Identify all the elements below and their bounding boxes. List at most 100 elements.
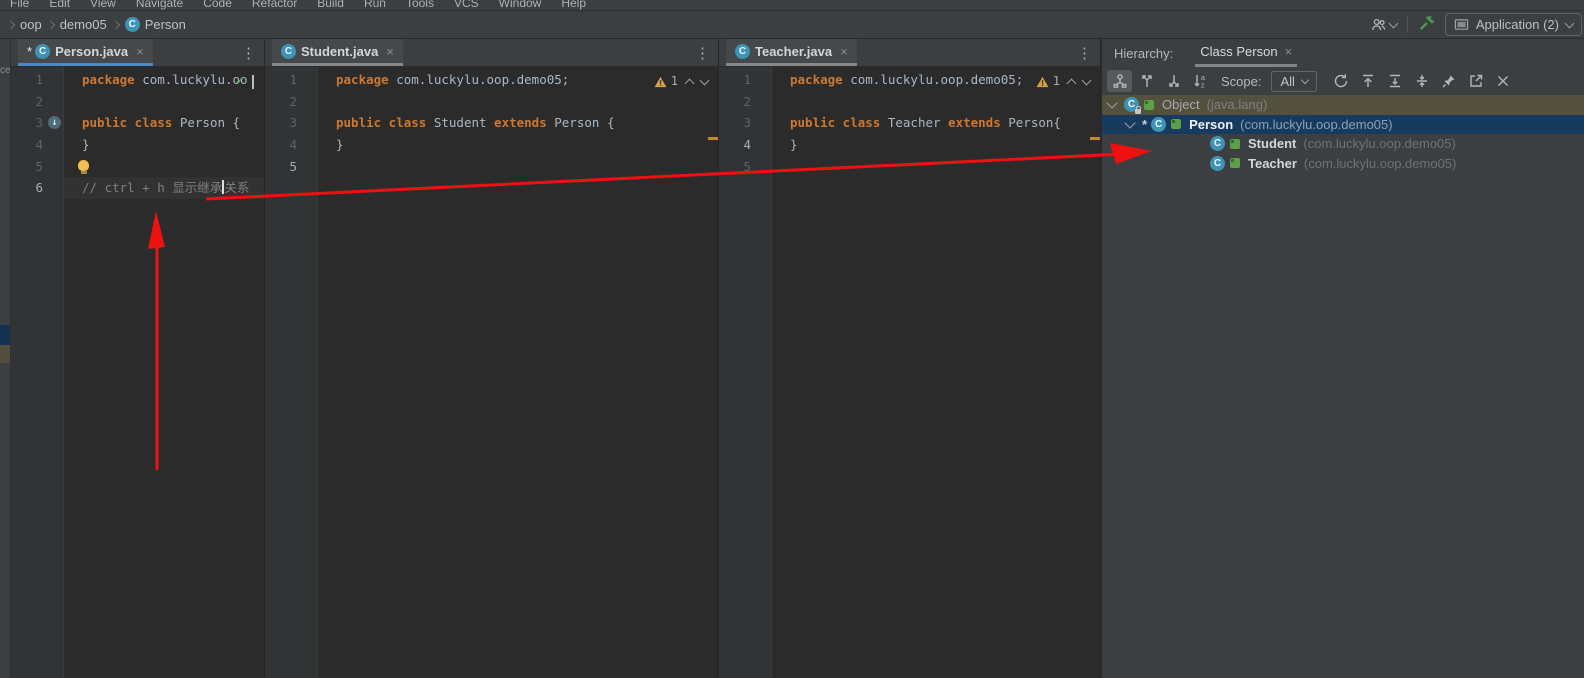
code-token: extends xyxy=(494,115,547,131)
menu-item-code[interactable]: Code xyxy=(193,0,242,10)
intention-bulb-icon[interactable] xyxy=(78,159,89,174)
scope-selected-value: All xyxy=(1280,73,1295,89)
tab-options-kebab-icon[interactable]: ⋮ xyxy=(241,44,256,62)
menu-item-navigate[interactable]: Navigate xyxy=(126,0,193,10)
breadcrumb-item-demo05[interactable]: demo05 xyxy=(60,17,107,32)
base-class-marker: * xyxy=(1142,116,1148,132)
tab-options-kebab-icon[interactable]: ⋮ xyxy=(695,44,710,62)
class-hierarchy-icon[interactable] xyxy=(1107,70,1132,92)
tab-options-kebab-icon[interactable]: ⋮ xyxy=(1077,44,1092,62)
code-token: Teacher xyxy=(880,115,949,131)
pin-icon[interactable] xyxy=(1437,70,1462,92)
users-icon[interactable] xyxy=(1370,17,1399,33)
menu-item-vcs[interactable]: VCS xyxy=(444,0,489,10)
previous-problem-icon[interactable] xyxy=(1066,78,1077,89)
menu-item-help[interactable]: Help xyxy=(551,0,596,10)
hierarchy-row-teacher[interactable]: C Teacher (com.luckylu.oop.demo05) xyxy=(1102,154,1584,174)
hierarchy-row-person[interactable]: * C Person (com.luckylu.oop.demo05) xyxy=(1102,114,1584,134)
tab-teacher-java[interactable]: C Teacher.java × xyxy=(726,39,857,66)
expand-all-icon[interactable] xyxy=(1383,70,1408,92)
package-name: (com.luckylu.oop.demo05) xyxy=(1240,116,1393,132)
editor-body: 1 2 3 4 5 package com.luckylu.oop.demo05; 1 pub… xyxy=(265,67,718,678)
hierarchy-row-student[interactable]: C Student (com.luckylu.oop.demo05) xyxy=(1102,134,1584,154)
editor-code-area[interactable]: package com.luckylu.oo ✓ public class Pers… xyxy=(64,67,264,678)
subtypes-hierarchy-icon[interactable] xyxy=(1161,70,1186,92)
svg-text:a: a xyxy=(1201,75,1205,82)
package-name: (java.lang) xyxy=(1206,97,1268,113)
editor-pane-person-java: * C Person.java × ⋮ 1 2 3 ↓ 4 5 6 package com.luckyl… xyxy=(11,39,265,678)
hierarchy-row-object[interactable]: C Object (java.lang) xyxy=(1102,95,1584,115)
code-token: public class xyxy=(82,115,173,131)
expanded-chevron-icon[interactable] xyxy=(1124,117,1136,129)
gutter-line-number: 6 xyxy=(35,180,43,196)
menu-item-window[interactable]: Window xyxy=(489,0,552,10)
next-problem-icon[interactable] xyxy=(1081,75,1092,86)
tab-close-icon[interactable]: × xyxy=(840,45,848,58)
class-icon: C xyxy=(1124,97,1141,115)
run-config-chevron-icon xyxy=(1564,18,1575,28)
sort-alphabetically-icon[interactable]: az xyxy=(1188,70,1213,92)
gutter-line-number: 4 xyxy=(289,137,297,153)
subclassed-icon[interactable]: ↓ xyxy=(48,116,61,130)
class-icon: C xyxy=(35,43,51,59)
breadcrumb-chevron-icon xyxy=(6,20,16,29)
stripe-marker-olive xyxy=(0,345,10,363)
code-token: extends xyxy=(948,115,1001,131)
warning-icon xyxy=(1036,76,1049,87)
hierarchy-tab-class-person[interactable]: Class Person × xyxy=(1195,39,1298,67)
menu-item-run[interactable]: Run xyxy=(354,0,396,10)
left-tool-window-stripe[interactable]: ce xyxy=(0,39,11,678)
class-name: Person xyxy=(1189,116,1234,132)
scope-select[interactable]: All xyxy=(1271,70,1317,92)
class-name: Object xyxy=(1162,97,1200,113)
tab-close-icon[interactable]: × xyxy=(136,45,144,58)
refresh-icon[interactable] xyxy=(1329,70,1354,92)
scope-label: Scope: xyxy=(1221,73,1262,89)
base-on-this-class-icon[interactable] xyxy=(1356,70,1381,92)
menu-item-refactor[interactable]: Refactor xyxy=(242,0,307,10)
editor-code-area[interactable]: package com.luckylu.oop.demo05; 1 public c… xyxy=(318,67,718,678)
application-icon xyxy=(1454,18,1469,30)
menu-item-edit[interactable]: Edit xyxy=(39,0,80,10)
menu-item-file[interactable]: File xyxy=(0,0,39,10)
scrollbar-thumb[interactable] xyxy=(252,74,254,89)
menu-item-build[interactable]: Build xyxy=(307,0,354,10)
gutter-line-number: 5 xyxy=(743,158,751,174)
menu-item-view[interactable]: View xyxy=(80,0,126,10)
editor-code-area[interactable]: package com.luckylu.oop.demo05; 1 public c… xyxy=(772,67,1100,678)
code-token: } xyxy=(82,137,90,153)
tab-student-java[interactable]: C Student.java × xyxy=(272,39,403,66)
tab-label: Teacher.java xyxy=(755,43,833,59)
gutter-line-number: 2 xyxy=(289,93,297,109)
inspection-widget: 1 xyxy=(1036,71,1092,93)
tab-person-java[interactable]: * C Person.java × xyxy=(18,39,153,66)
close-icon[interactable] xyxy=(1491,70,1516,92)
menu-item-tools[interactable]: Tools xyxy=(396,0,444,10)
supertypes-hierarchy-icon[interactable] xyxy=(1134,70,1159,92)
code-token: } xyxy=(336,137,344,153)
run-configuration-select[interactable]: Application (2) xyxy=(1444,13,1582,36)
code-token: com.luckylu.oo xyxy=(134,72,248,87)
code-line: package com.luckylu.oop.demo05; 1 xyxy=(772,69,1100,91)
code-token: package xyxy=(336,72,389,87)
editor-tab-bar: C Student.java × ⋮ xyxy=(265,39,718,67)
code-token: public class xyxy=(790,115,881,131)
previous-problem-icon[interactable] xyxy=(684,78,695,89)
breadcrumb-item-person[interactable]: C Person xyxy=(124,17,186,32)
open-in-editor-icon[interactable] xyxy=(1464,70,1489,92)
hierarchy-header: Hierarchy: Class Person × xyxy=(1102,39,1584,67)
next-problem-icon[interactable] xyxy=(699,75,710,86)
breadcrumb-item-oop[interactable]: oop xyxy=(20,17,42,32)
collapse-all-icon[interactable] xyxy=(1410,70,1435,92)
code-line: public class Student extends Person { xyxy=(318,112,718,134)
expanded-chevron-icon[interactable] xyxy=(1106,97,1118,109)
build-hammer-icon[interactable] xyxy=(1418,14,1435,36)
hierarchy-tab-close-icon[interactable]: × xyxy=(1285,45,1293,58)
tab-close-icon[interactable]: × xyxy=(386,45,394,58)
users-dropdown-chevron-icon xyxy=(1388,18,1399,28)
nav-right-widgets: Application (2) xyxy=(1370,11,1584,38)
